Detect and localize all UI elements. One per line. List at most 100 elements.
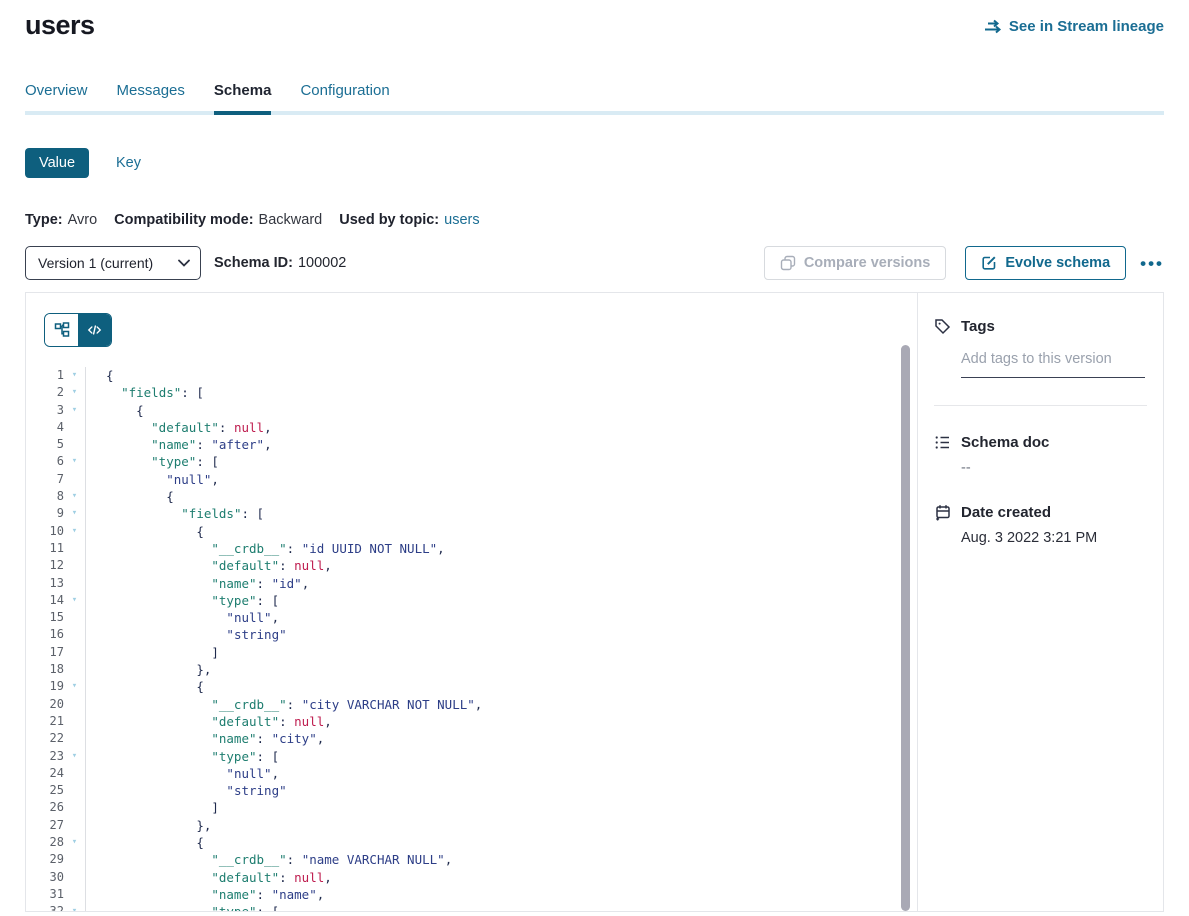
code-text: "string" [85,626,917,643]
fold-toggle-icon[interactable]: ▾ [64,453,85,470]
line-number: 1 [26,367,64,384]
fold-toggle-icon[interactable]: ▾ [64,384,85,401]
code-line: 1▾{ [26,367,917,384]
tree-view-button[interactable] [45,314,78,346]
line-number: 9 [26,505,64,522]
compare-versions-button[interactable]: Compare versions [764,246,947,280]
code-line: 8▾ { [26,488,917,505]
stream-lineage-link[interactable]: See in Stream lineage [984,18,1164,35]
code-text: "type": [ [85,748,917,765]
code-view-button[interactable] [78,314,111,346]
code-line: 14▾ "type": [ [26,592,917,609]
code-lines: 1▾{2▾ "fields": [3▾ {4 "default": null,5… [26,367,917,911]
fold-toggle-icon[interactable]: ▾ [64,488,85,505]
code-text: "string" [85,782,917,799]
tags-heading: Tags [934,318,1147,335]
fold-spacer [64,436,85,453]
fold-toggle-icon[interactable]: ▾ [64,505,85,522]
code-text: { [85,488,917,505]
code-text: ] [85,799,917,816]
code-line: 18 }, [26,661,917,678]
fold-toggle-icon[interactable]: ▾ [64,523,85,540]
date-created-heading: Date created [934,504,1147,521]
schema-doc-value: -- [961,460,1147,476]
fold-spacer [64,713,85,730]
fold-spacer [64,869,85,886]
key-toggle-button[interactable]: Key [116,155,141,171]
fold-spacer [64,851,85,868]
value-key-toggle: Value Key [25,148,1164,178]
code-line: 30 "default": null, [26,869,917,886]
page-title: users [25,10,95,41]
code-line: 27 }, [26,817,917,834]
fold-spacer [64,644,85,661]
fold-spacer [64,782,85,799]
code-line: 11 "__crdb__": "id UUID NOT NULL", [26,540,917,557]
fold-toggle-icon[interactable]: ▾ [64,678,85,695]
tab-configuration[interactable]: Configuration [300,82,389,111]
code-text: "type": [ [85,453,917,470]
fold-toggle-icon[interactable]: ▾ [64,367,85,384]
fold-spacer [64,557,85,574]
topic-link[interactable]: users [444,212,479,228]
line-number: 29 [26,851,64,868]
value-toggle-button[interactable]: Value [25,148,89,178]
code-line: 23▾ "type": [ [26,748,917,765]
schema-doc-title: Schema doc [961,434,1049,451]
schema-id-label: Schema ID: [214,255,293,271]
schema-sidebar: Tags Schema do [917,293,1163,911]
date-created-title: Date created [961,504,1051,521]
code-line: 2▾ "fields": [ [26,384,917,401]
topic-tabs: Overview Messages Schema Configuration [25,82,1164,115]
fold-toggle-icon[interactable]: ▾ [64,903,85,911]
line-number: 31 [26,886,64,903]
fold-spacer [64,575,85,592]
more-actions-button[interactable]: ••• [1140,255,1164,272]
code-line: 20 "__crdb__": "city VARCHAR NOT NULL", [26,696,917,713]
fold-toggle-icon[interactable]: ▾ [64,834,85,851]
code-text: "null", [85,765,917,782]
code-line: 31 "name": "name", [26,886,917,903]
view-toggle [44,313,112,347]
version-select-wrap: Version 1 (current) [25,246,201,280]
fold-toggle-icon[interactable]: ▾ [64,748,85,765]
code-text: }, [85,817,917,834]
editor-scrollbar[interactable] [901,345,910,911]
schema-doc-heading: Schema doc [934,434,1147,451]
code-text: "fields": [ [85,384,917,401]
code-view-icon [87,323,102,337]
code-text: "default": null, [85,869,917,886]
line-number: 13 [26,575,64,592]
code-line: 28▾ { [26,834,917,851]
fold-toggle-icon[interactable]: ▾ [64,592,85,609]
evolve-schema-button[interactable]: Evolve schema [965,246,1126,280]
schema-id: Schema ID: 100002 [214,255,346,271]
line-number: 15 [26,609,64,626]
code-text: "type": [ [85,592,917,609]
line-number: 16 [26,626,64,643]
code-line: 24 "null", [26,765,917,782]
code-text: { [85,367,917,384]
add-tags-input[interactable] [961,347,1145,378]
fold-spacer [64,419,85,436]
fold-spacer [64,540,85,557]
fold-spacer [64,471,85,488]
line-number: 20 [26,696,64,713]
type-label: Type: [25,212,63,228]
code-line: 22 "name": "city", [26,730,917,747]
code-text: "name": "id", [85,575,917,592]
tab-overview[interactable]: Overview [25,82,88,111]
evolve-schema-label: Evolve schema [1005,255,1110,271]
tab-schema[interactable]: Schema [214,82,272,115]
line-number: 27 [26,817,64,834]
version-select[interactable]: Version 1 (current) [25,246,201,280]
sidebar-divider [934,405,1147,406]
tab-messages[interactable]: Messages [117,82,185,111]
fold-spacer [64,626,85,643]
fold-spacer [64,765,85,782]
code-line: 25 "string" [26,782,917,799]
line-number: 6 [26,453,64,470]
code-line: 5 "name": "after", [26,436,917,453]
code-text: }, [85,661,917,678]
fold-toggle-icon[interactable]: ▾ [64,402,85,419]
